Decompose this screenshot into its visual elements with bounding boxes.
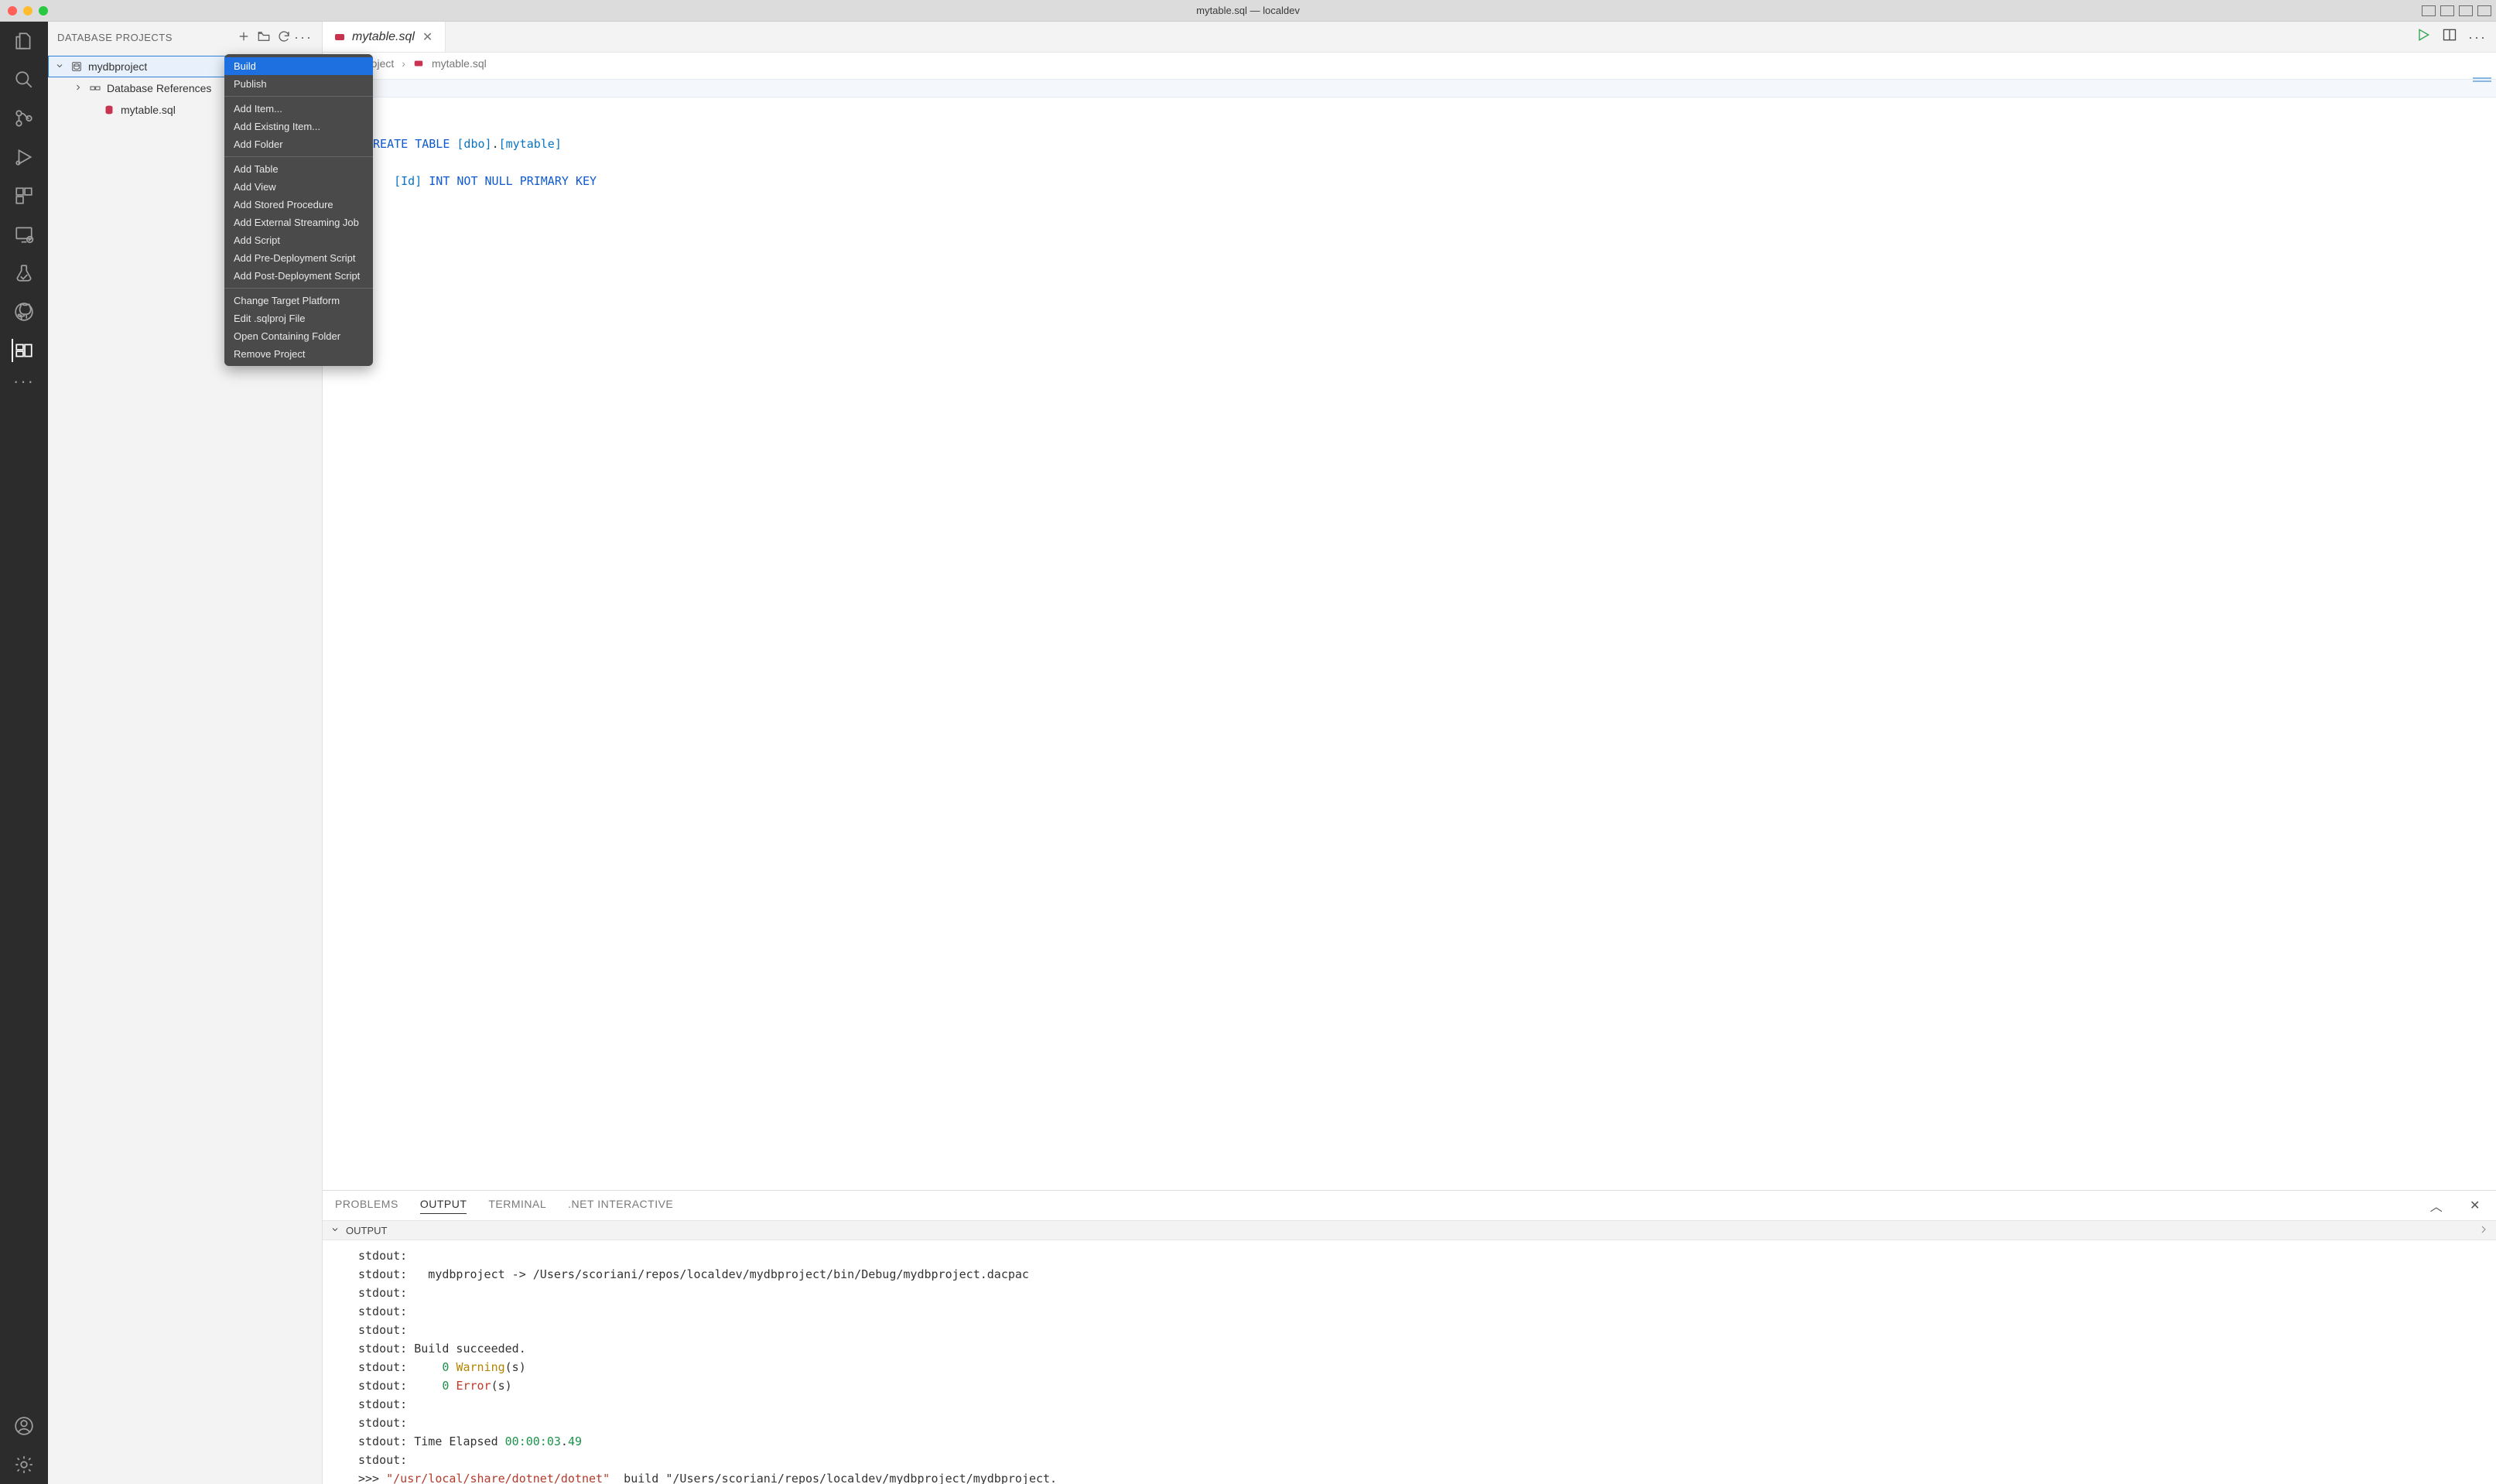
run-icon[interactable]	[2416, 27, 2431, 46]
sidebar-more-icon[interactable]: ···	[294, 34, 313, 40]
ctx-item-publish[interactable]: Publish	[224, 75, 373, 93]
accounts-icon[interactable]	[12, 1414, 36, 1438]
panel-tab-net-interactive[interactable]: .NET INTERACTIVE	[568, 1198, 673, 1213]
context-menu: BuildPublish Add Item...Add Existing Item…	[224, 54, 373, 366]
code-editor[interactable]: 12345 CREATE TABLE [dbo].[mytable]( [Id]…	[323, 74, 2496, 1190]
tree-file-label: mytable.sql	[121, 104, 176, 116]
refresh-icon[interactable]	[274, 29, 294, 46]
code-lines[interactable]: CREATE TABLE [dbo].[mytable]( [Id] INT N…	[366, 135, 2496, 227]
ctx-item-add-view[interactable]: Add View	[224, 178, 373, 196]
chevron-down-icon	[330, 1225, 340, 1236]
explorer-icon[interactable]	[12, 29, 36, 53]
panel-tab-terminal[interactable]: TERMINAL	[488, 1198, 546, 1213]
close-window-icon[interactable]	[8, 6, 17, 15]
panel-section-title: OUTPUT	[346, 1225, 387, 1236]
chevron-right-icon	[73, 82, 84, 94]
panel-section-header[interactable]: OUTPUT	[323, 1220, 2496, 1240]
current-line-highlight	[366, 79, 2496, 97]
close-icon[interactable]: ✕	[421, 29, 434, 45]
sidebar-title: DATABASE PROJECTS	[57, 32, 173, 43]
tree-folder-label: Database References	[107, 82, 211, 94]
maximize-panel-icon[interactable]: ︿	[2428, 1196, 2445, 1215]
testing-icon[interactable]	[12, 262, 36, 285]
project-tree: mydbproject Database References mytable.…	[48, 53, 322, 124]
split-editor-icon[interactable]	[2442, 27, 2457, 46]
sql-file-icon	[102, 103, 116, 117]
sidebar: DATABASE PROJECTS ··· mydbproject	[48, 22, 323, 1484]
window-controls	[8, 6, 48, 15]
editor-area: mytable.sql ✕ ··· mydbproject › mytable.…	[323, 22, 2496, 1484]
breadcrumb[interactable]: mydbproject › mytable.sql	[323, 53, 2496, 74]
editor-more-icon[interactable]: ···	[2468, 34, 2487, 40]
editor-tab-bar: mytable.sql ✕ ···	[323, 22, 2496, 53]
toggle-primary-sidebar-icon[interactable]	[2422, 5, 2436, 16]
sql-file-icon	[333, 31, 346, 43]
ctx-separator	[224, 156, 373, 157]
window-title: mytable.sql — localdev	[1196, 5, 1300, 16]
output-body[interactable]: stdout:stdout: mydbproject -> /Users/sco…	[323, 1240, 2496, 1484]
chevron-right-icon: ›	[402, 57, 405, 70]
breadcrumb-file[interactable]: mytable.sql	[432, 57, 487, 70]
layout-controls	[2422, 5, 2491, 16]
remote-explorer-icon[interactable]	[12, 223, 36, 246]
new-project-icon[interactable]	[234, 29, 254, 46]
ctx-item-edit-sqlproj-file[interactable]: Edit .sqlproj File	[224, 309, 373, 327]
ctx-item-add-existing-item[interactable]: Add Existing Item...	[224, 118, 373, 135]
ctx-item-remove-project[interactable]: Remove Project	[224, 345, 373, 363]
ctx-item-open-containing-folder[interactable]: Open Containing Folder	[224, 327, 373, 345]
ctx-separator	[224, 288, 373, 289]
ctx-item-add-stored-procedure[interactable]: Add Stored Procedure	[224, 196, 373, 214]
ctx-item-add-table[interactable]: Add Table	[224, 160, 373, 178]
ctx-item-add-external-streaming-job[interactable]: Add External Streaming Job	[224, 214, 373, 231]
ctx-item-add-folder[interactable]: Add Folder	[224, 135, 373, 153]
sql-file-icon	[413, 58, 424, 69]
toggle-panel-icon[interactable]	[2440, 5, 2454, 16]
activity-bar: ···	[0, 22, 48, 1484]
zoom-window-icon[interactable]	[39, 6, 48, 15]
activity-overflow-icon[interactable]: ···	[13, 378, 35, 385]
tree-project-label: mydbproject	[88, 60, 147, 73]
ctx-item-add-pre-deployment-script[interactable]: Add Pre-Deployment Script	[224, 249, 373, 267]
ctx-item-add-post-deployment-script[interactable]: Add Post-Deployment Script	[224, 267, 373, 285]
search-icon[interactable]	[12, 68, 36, 91]
run-debug-icon[interactable]	[12, 145, 36, 169]
customize-layout-icon[interactable]	[2477, 5, 2491, 16]
bottom-panel: PROBLEMS OUTPUT TERMINAL .NET INTERACTIVE ︿…	[323, 1190, 2496, 1484]
extensions-icon[interactable]	[12, 184, 36, 207]
panel-tab-output[interactable]: OUTPUT	[420, 1198, 467, 1214]
sidebar-header: DATABASE PROJECTS ···	[48, 22, 322, 53]
db-project-icon	[70, 60, 84, 74]
ctx-separator	[224, 96, 373, 97]
editor-tab-mytable[interactable]: mytable.sql ✕	[323, 22, 446, 52]
settings-gear-icon[interactable]	[12, 1453, 36, 1476]
title-bar: mytable.sql — localdev	[0, 0, 2496, 22]
panel-tab-problems[interactable]: PROBLEMS	[335, 1198, 398, 1213]
toggle-secondary-sidebar-icon[interactable]	[2459, 5, 2473, 16]
ctx-item-build[interactable]: Build	[224, 57, 373, 75]
editor-tab-label: mytable.sql	[352, 30, 415, 44]
minimap[interactable]	[2473, 77, 2491, 85]
close-panel-icon[interactable]: ✕	[2467, 1198, 2484, 1213]
chevron-right-icon[interactable]	[2477, 1223, 2490, 1238]
open-project-icon[interactable]	[254, 29, 274, 46]
references-icon	[88, 81, 102, 95]
source-control-icon[interactable]	[12, 107, 36, 130]
github-icon[interactable]	[12, 300, 36, 323]
ctx-item-add-item[interactable]: Add Item...	[224, 100, 373, 118]
ctx-item-add-script[interactable]: Add Script	[224, 231, 373, 249]
database-projects-icon[interactable]	[12, 339, 35, 362]
panel-tab-bar: PROBLEMS OUTPUT TERMINAL .NET INTERACTIVE ︿…	[323, 1191, 2496, 1220]
chevron-down-icon	[54, 60, 65, 73]
ctx-item-change-target-platform[interactable]: Change Target Platform	[224, 292, 373, 309]
minimize-window-icon[interactable]	[23, 6, 32, 15]
